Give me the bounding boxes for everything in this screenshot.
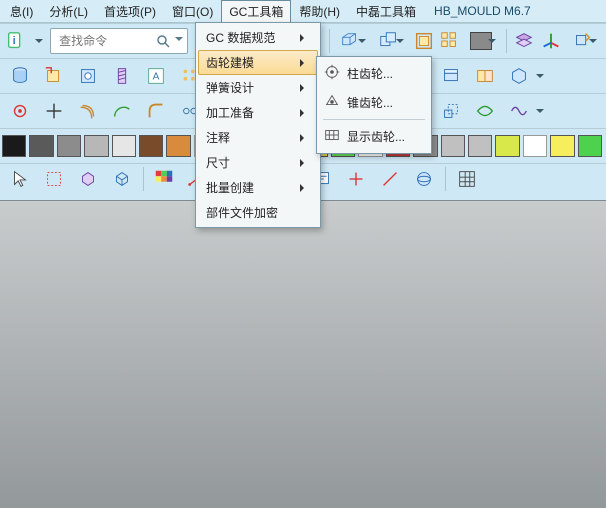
menu-item-label: GC 数据规范 — [206, 29, 290, 46]
menu-item-label: 尺寸 — [206, 154, 290, 171]
menu-item-1[interactable]: 齿轮建模 — [198, 50, 318, 75]
menu-item-label: 齿轮建模 — [206, 54, 290, 71]
sketch-symbol-icon[interactable] — [4, 96, 36, 126]
gear-modeling-submenu: 柱齿轮... 锥齿轮... 显示齿轮... — [316, 56, 432, 154]
search-input[interactable] — [57, 33, 151, 49]
plus2-icon[interactable] — [340, 164, 372, 194]
menu-item-3[interactable]: 加工准备 — [198, 100, 318, 125]
swatch-17[interactable] — [468, 135, 492, 157]
menu-item-0[interactable]: GC 数据规范 — [198, 25, 318, 50]
menu-item-label: 批量创建 — [206, 179, 290, 196]
solid-dd-icon[interactable] — [503, 61, 549, 91]
menu-analyze[interactable]: 分析(L) — [41, 0, 96, 23]
submenu-item-label: 柱齿轮... — [347, 65, 419, 82]
thicken-icon[interactable] — [435, 61, 467, 91]
arc-icon[interactable] — [106, 96, 138, 126]
cylinder-icon[interactable] — [4, 61, 36, 91]
swatch-20[interactable] — [550, 135, 574, 157]
menu-help[interactable]: 帮助(H) — [291, 0, 348, 23]
swatch-5[interactable] — [139, 135, 163, 157]
menu-item-label: 注释 — [206, 129, 290, 146]
select-solid-icon[interactable] — [72, 164, 104, 194]
swatch-21[interactable] — [578, 135, 602, 157]
menubar: 息(I) 分析(L) 首选项(P) 窗口(O) GC工具箱 帮助(H) 中磊工具… — [0, 0, 606, 23]
svg-text:i: i — [13, 35, 16, 47]
submenu-arrow-icon — [300, 34, 308, 42]
swatch-18[interactable] — [495, 135, 519, 157]
shell-icon[interactable] — [411, 26, 436, 56]
swatch-2[interactable] — [57, 135, 81, 157]
workspace-canvas[interactable] — [0, 200, 606, 508]
wave-icon[interactable] — [503, 96, 549, 126]
layer-icon[interactable] — [512, 26, 537, 56]
menu-item-label: 加工准备 — [206, 104, 290, 121]
submenu-arrow-icon — [300, 184, 308, 192]
pattern-icon[interactable] — [438, 26, 463, 56]
color-dd-icon[interactable] — [465, 26, 501, 56]
svg-text:A: A — [153, 72, 160, 83]
cursor-icon[interactable] — [4, 164, 36, 194]
menu-item-4[interactable]: 注释 — [198, 125, 318, 150]
color-grid-icon[interactable] — [149, 164, 179, 194]
search-icon[interactable] — [155, 33, 171, 49]
swatch-0[interactable] — [2, 135, 26, 157]
swatch-19[interactable] — [523, 135, 547, 157]
sphere-icon[interactable] — [408, 164, 440, 194]
submenu-arrow-icon — [300, 59, 308, 67]
gear-show-icon — [323, 126, 341, 147]
menu-item-5[interactable]: 尺寸 — [198, 150, 318, 175]
swatch-3[interactable] — [84, 135, 108, 157]
diag-icon[interactable] — [374, 164, 406, 194]
unite-icon[interactable] — [373, 26, 409, 56]
submenu-arrow-icon — [300, 134, 308, 142]
menu-info[interactable]: 息(I) — [2, 0, 41, 23]
search-dd-icon[interactable] — [175, 37, 183, 45]
cross-icon[interactable] — [38, 96, 70, 126]
search-input-container — [50, 28, 188, 54]
menu-prefs[interactable]: 首选项(P) — [96, 0, 164, 23]
submenu-item-1[interactable]: 锥齿轮... — [319, 88, 429, 117]
offset-icon[interactable] — [72, 96, 104, 126]
text-icon[interactable]: A — [140, 61, 172, 91]
submenu-arrow-icon — [300, 84, 308, 92]
menu-item-label: 部件文件加密 — [206, 204, 308, 221]
wrap-icon[interactable] — [38, 61, 70, 91]
info-icon[interactable]: i — [4, 26, 28, 56]
menu-gc-toolbox[interactable]: GC工具箱 — [221, 0, 291, 23]
menu-item-2[interactable]: 弹簧设计 — [198, 75, 318, 100]
submenu-separator — [323, 119, 425, 120]
submenu-item-0[interactable]: 柱齿轮... — [319, 59, 429, 88]
swatch-1[interactable] — [29, 135, 53, 157]
select-rect-icon[interactable] — [38, 164, 70, 194]
submenu-arrow-icon — [300, 109, 308, 117]
menu-item-6[interactable]: 批量创建 — [198, 175, 318, 200]
gc-toolbox-menu: GC 数据规范齿轮建模弹簧设计加工准备注释尺寸批量创建部件文件加密 — [195, 22, 321, 228]
gcurve-icon[interactable] — [469, 96, 501, 126]
extrude-icon[interactable] — [334, 26, 370, 56]
wireframe-icon[interactable] — [106, 164, 138, 194]
swatch-16[interactable] — [441, 135, 465, 157]
menu-window[interactable]: 窗口(O) — [164, 0, 221, 23]
scale-icon[interactable] — [435, 96, 467, 126]
hole-icon[interactable] — [72, 61, 104, 91]
menu-item-label: 弹簧设计 — [206, 79, 290, 96]
submenu-item-label: 显示齿轮... — [347, 128, 419, 145]
submenu-item-label: 锥齿轮... — [347, 94, 419, 111]
swatch-4[interactable] — [112, 135, 136, 157]
menu-item-7[interactable]: 部件文件加密 — [198, 200, 318, 225]
submenu-arrow-icon — [300, 159, 308, 167]
thread-icon[interactable] — [106, 61, 138, 91]
app-title: HB_MOULD M6.7 — [434, 4, 531, 18]
sew-icon[interactable] — [469, 61, 501, 91]
axis-icon[interactable] — [539, 26, 564, 56]
grid-icon[interactable] — [451, 164, 483, 194]
menu-zhonglei[interactable]: 中磊工具箱 — [348, 0, 424, 23]
swatch-6[interactable] — [166, 135, 190, 157]
info-dd-icon[interactable] — [30, 26, 48, 56]
move-icon[interactable] — [566, 26, 602, 56]
gear-bevel-icon — [323, 92, 341, 113]
gear-cyl-icon — [323, 63, 341, 84]
fillet2-icon[interactable] — [140, 96, 172, 126]
submenu-item-2[interactable]: 显示齿轮... — [319, 122, 429, 151]
